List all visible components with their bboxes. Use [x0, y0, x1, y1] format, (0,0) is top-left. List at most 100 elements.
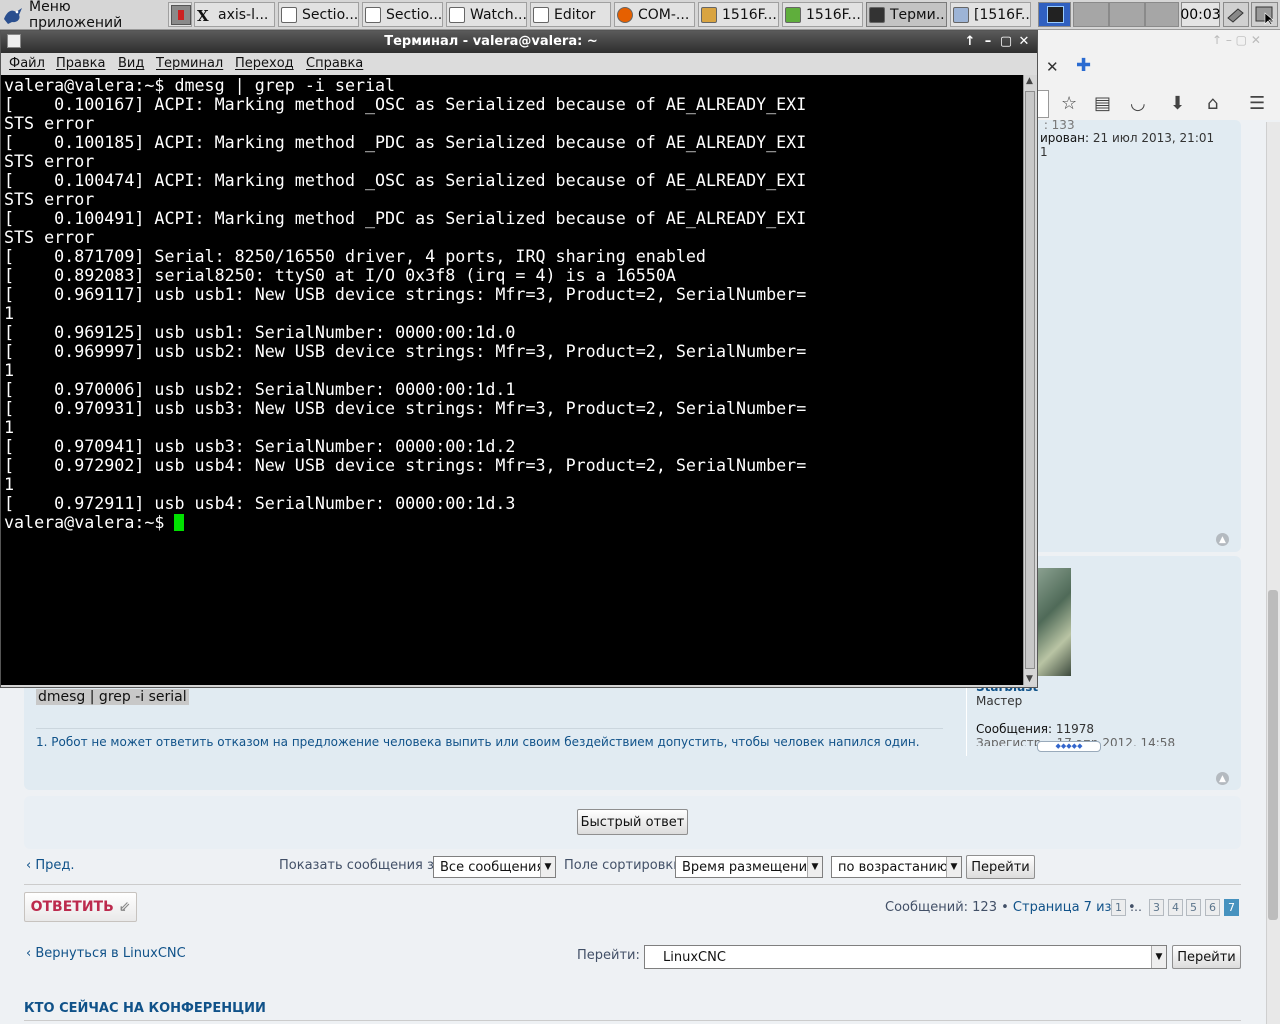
taskbar-task-7[interactable]: 1516F... — [698, 2, 779, 27]
url-bar-end[interactable] — [1038, 90, 1049, 118]
new-tab-icon[interactable]: ✚ — [1076, 55, 1091, 76]
terminal-window[interactable]: Терминал - valera@valera: ~ ↑ – ▢ ✕ Файл… — [0, 30, 1038, 688]
sort-divider — [24, 884, 1241, 885]
taskbar-task-label: Sectio... — [386, 6, 443, 23]
rank-stars-icon: ◆◆◆◆◆ — [1037, 741, 1101, 752]
pocket-icon[interactable]: ◡ — [1130, 93, 1146, 114]
reading-list-icon[interactable]: ▤ — [1094, 93, 1111, 114]
taskbar-task-6[interactable]: COM-... — [614, 2, 695, 27]
terminal-cursor — [174, 514, 185, 531]
firefox-icon — [617, 6, 633, 23]
back-to-top-icon-2[interactable]: ▲ — [1216, 772, 1229, 785]
taskbar-task-1[interactable]: Xaxis-l... — [194, 2, 275, 27]
pagination-page-7[interactable]: 7 — [1224, 899, 1239, 916]
taskbar-task-8[interactable]: 1516F... — [782, 2, 863, 27]
close-tab-icon[interactable]: ✕ — [1046, 58, 1059, 76]
window-icon — [281, 6, 297, 23]
taskbar-task-9[interactable]: Терми... — [866, 2, 947, 27]
taskbar-task-label: axis-l... — [218, 6, 269, 23]
hamburger-menu-icon[interactable]: ☰ — [1249, 93, 1265, 114]
avatar — [1038, 568, 1071, 676]
scroll-down-icon[interactable]: ▼ — [1026, 674, 1033, 684]
app-menu-button[interactable]: Меню приложений — [2, 0, 166, 31]
chevron-down-icon: ▼ — [540, 857, 555, 877]
workspace-2[interactable] — [1109, 2, 1145, 27]
terminal-menubar: Файл Правка Вид Терминал Переход Справка — [1, 53, 1037, 75]
terminal-menu-item-5[interactable]: Переход — [235, 56, 294, 71]
window-icon — [449, 6, 465, 23]
taskbar-task-2[interactable]: Sectio... — [278, 2, 359, 27]
profile-rank: Мастер — [976, 694, 1023, 708]
window-icon — [365, 6, 381, 23]
chevron-down-icon: ▼ — [946, 857, 961, 877]
bottom-divider — [24, 1020, 1241, 1021]
pagination-page-6[interactable]: 6 — [1205, 899, 1220, 916]
taskbar-task-10[interactable]: [1516F... — [950, 2, 1031, 27]
folder-icon — [953, 6, 969, 23]
taskbar-task-label: [1516F... — [974, 6, 1031, 23]
sort-field-select[interactable]: Время размещения ▼ — [675, 856, 823, 878]
terminal-scroll-thumb[interactable] — [1025, 91, 1035, 669]
quick-launch-icon — [171, 4, 191, 25]
terminal-output[interactable]: valera@valera:~$ dmesg | grep -i serial … — [1, 75, 1023, 685]
pagination-page-5[interactable]: 5 — [1186, 899, 1201, 916]
terminal-icon — [869, 6, 885, 23]
scroll-up-icon[interactable]: ▲ — [1026, 76, 1033, 86]
pagination-page-4[interactable]: 4 — [1168, 899, 1183, 916]
show-posts-label: Показать сообщения за: — [279, 858, 447, 873]
chevron-down-icon: ▼ — [1151, 946, 1166, 968]
terminal-menu-item-1[interactable]: Файл — [9, 56, 45, 71]
sort-go-button[interactable]: Перейти — [966, 855, 1035, 879]
tray-terminal-applet[interactable] — [1038, 2, 1071, 27]
taskbar-task-label: COM-... — [638, 6, 690, 23]
terminal-titlebar[interactable]: Терминал - valera@valera: ~ ↑ – ▢ ✕ — [1, 31, 1037, 53]
reply-button[interactable]: ОТВЕТИТЬ ⇙ — [24, 892, 137, 922]
taskbar-task-4[interactable]: Watch... — [446, 2, 527, 27]
profile-registered: ирован: 21 июл 2013, 21:01 — [1040, 131, 1215, 145]
terminal-applet-icon — [1047, 6, 1064, 23]
workspace-3[interactable] — [1145, 2, 1179, 27]
pagination-page-3[interactable]: 3 — [1149, 899, 1164, 916]
maximize-icon[interactable]: ▢ — [998, 33, 1014, 50]
quick-reply-button[interactable]: Быстрый ответ — [577, 809, 688, 835]
pagination-ellipsis: … — [1130, 900, 1142, 914]
x-icon: X — [197, 6, 209, 25]
clock[interactable]: 00:03 — [1180, 2, 1221, 27]
show-posts-select[interactable]: Все сообщения ▼ — [433, 856, 556, 878]
terminal-menu-item-3[interactable]: Вид — [118, 56, 144, 71]
profile-posts-cut: : 133 — [1040, 118, 1075, 132]
sort-field-label: Поле сортировки — [564, 858, 682, 873]
pagination-page-1[interactable]: 1 — [1111, 899, 1126, 916]
minimize-icon[interactable]: – — [980, 33, 996, 50]
page-scroll-thumb[interactable] — [1268, 590, 1278, 920]
back-to-forum-link[interactable]: ‹ Вернуться в LinuxCNC — [26, 946, 186, 961]
terminal-prompt: valera@valera:~$ — [4, 513, 175, 532]
bookmark-star-icon[interactable]: ☆ — [1061, 93, 1077, 114]
terminal-title: Терминал - valera@valera: ~ — [384, 34, 598, 49]
close-icon[interactable]: ✕ — [1016, 33, 1032, 50]
prev-link[interactable]: ‹ Пред. — [26, 858, 75, 873]
keep-above-icon[interactable]: ↑ — [962, 33, 978, 50]
back-to-top-icon[interactable]: ▲ — [1216, 533, 1229, 546]
home-icon[interactable]: ⌂ — [1207, 93, 1218, 114]
code-block: dmesg | grep -i serial — [36, 689, 189, 705]
taskbar-task-label: Editor — [554, 6, 596, 23]
download-icon[interactable]: ⬇ — [1170, 93, 1185, 114]
taskbar-task-5[interactable]: Editor — [530, 2, 611, 27]
jump-go-button[interactable]: Перейти — [1172, 945, 1241, 969]
terminal-menu-item-6[interactable]: Справка — [306, 56, 363, 71]
jump-select[interactable]: LinuxCNC ▼ — [644, 945, 1167, 969]
terminal-scrollbar[interactable]: ▲ ▼ — [1023, 75, 1037, 685]
quick-launch-button[interactable] — [168, 2, 192, 27]
profile-divider — [966, 686, 967, 756]
taskbar-task-label: 1516F... — [722, 6, 777, 23]
workspace-1[interactable] — [1073, 2, 1109, 27]
reply-arrow-icon: ⇙ — [118, 899, 131, 915]
system-tray-icon[interactable] — [1251, 2, 1278, 27]
sort-order-select[interactable]: по возрастанию ▼ — [831, 856, 962, 878]
terminal-menu-item-4[interactable]: Терминал — [156, 56, 223, 71]
terminal-menu-item-2[interactable]: Правка — [56, 56, 105, 71]
network-icon[interactable] — [1223, 2, 1249, 27]
taskbar-task-3[interactable]: Sectio... — [362, 2, 443, 27]
taskbar: Меню приложений Xaxis-l... Sectio... Secti… — [0, 0, 1280, 31]
